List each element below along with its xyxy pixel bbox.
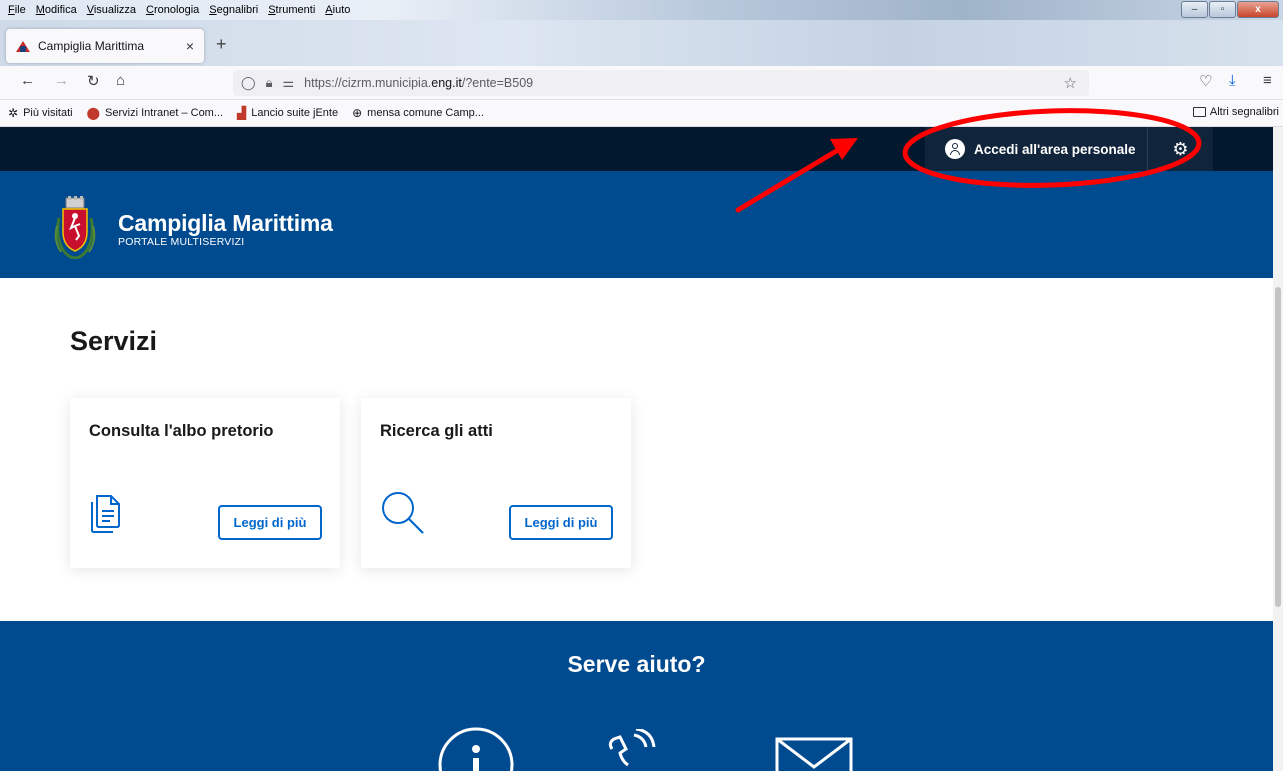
pocket-icon[interactable]: ♡ [1199, 72, 1212, 90]
login-label: Accedi all'area personale [974, 141, 1136, 157]
other-bookmarks[interactable]: Altri segnalibri [1192, 106, 1279, 118]
bookmark-lancio-suite[interactable]: ▟ Lancio suite jEnte [237, 106, 338, 120]
page-scrollbar[interactable] [1273, 127, 1283, 771]
window-controls: – ▫ x [1181, 1, 1279, 18]
tab-title: Campiglia Marittima [38, 39, 145, 53]
url-prefix: https://cizrm.municipia. [304, 76, 432, 90]
tab-campiglia[interactable]: Campiglia Marittima × [6, 29, 204, 63]
url-suffix: /?ente=B509 [461, 76, 534, 90]
site-subtitle: PORTALE MULTISERVIZI [118, 236, 245, 248]
menu-visualizza[interactable]: Visualizza [82, 4, 141, 16]
site-header: Campiglia Marittima PORTALE MULTISERVIZI [0, 171, 1273, 278]
card-title: Ricerca gli atti [380, 422, 493, 440]
back-icon[interactable]: ← [20, 72, 35, 89]
info-icon[interactable] [436, 725, 516, 771]
card-title: Consulta l'albo pretorio [89, 422, 274, 440]
settings-button[interactable]: ⚙ [1147, 127, 1213, 171]
document-icon [91, 495, 120, 533]
bookmark-star-icon[interactable]: ☆ [1064, 74, 1077, 92]
login-button[interactable]: Accedi all'area personale [925, 127, 1147, 171]
globe-icon: ⊕ [352, 106, 363, 120]
maximize-button[interactable]: ▫ [1209, 1, 1236, 18]
help-title: Serve aiuto? [567, 651, 706, 677]
bookmark-mensa[interactable]: ⊕ mensa comune Camp... [352, 106, 484, 120]
url-bar[interactable]: ◯ 🔒︎ ⚌ https://cizrm.municipia. eng.it/?e… [233, 70, 1089, 96]
minimize-button[interactable]: – [1181, 1, 1208, 18]
menu-aiuto[interactable]: Aiuto [320, 4, 355, 16]
shield-icon[interactable]: ◯ [241, 75, 256, 91]
menu-file[interactable]: File [0, 4, 31, 16]
site-title[interactable]: Campiglia Marittima [118, 210, 333, 237]
user-icon [945, 139, 965, 159]
menu-modifica[interactable]: Modifica [31, 4, 82, 16]
gear-icon: ✲ [8, 106, 19, 120]
chart-icon: ▟ [237, 106, 247, 120]
site-top-strip: Accedi all'area personale ⚙ [0, 127, 1273, 171]
card-albo-pretorio: Consulta l'albo pretorio Leggi di più [70, 398, 340, 568]
services-section: Servizi Consulta l'albo pretorio Leggi d… [0, 278, 1273, 621]
read-more-button[interactable]: Leggi di più [509, 505, 613, 540]
bookmarks-toolbar: ✲ Più visitati ⬤ Servizi Intranet – Com.… [0, 100, 1283, 127]
crest-icon: ⬤ [86, 106, 101, 120]
download-icon[interactable]: ⤓ [1229, 72, 1236, 89]
folder-icon [1192, 107, 1206, 117]
bookmark-servizi-intranet[interactable]: ⬤ Servizi Intranet – Com... [87, 106, 223, 120]
phone-icon[interactable] [604, 729, 660, 771]
services-title: Servizi [70, 326, 158, 356]
close-window-button[interactable]: x [1237, 1, 1279, 18]
menu-strumenti[interactable]: Strumenti [263, 4, 320, 16]
reload-icon[interactable]: ↻ [87, 72, 100, 90]
help-section: Serve aiuto? [0, 621, 1273, 771]
navigation-bar: ← → ↻ ⌂ ◯ 🔒︎ ⚌ https://cizrm.municipia. e… [0, 66, 1283, 100]
scrollbar-thumb[interactable] [1275, 287, 1281, 607]
browser-menubar: File Modifica Visualizza Cronologia Segn… [0, 0, 1283, 20]
forward-icon[interactable]: → [54, 72, 69, 89]
menu-icon[interactable]: ≡ [1263, 72, 1272, 89]
lock-icon[interactable]: 🔒︎ [266, 75, 273, 91]
mail-icon[interactable] [775, 737, 853, 771]
menu-segnalibri[interactable]: Segnalibri [204, 4, 263, 16]
bookmark-most-visited[interactable]: ✲ Più visitati [8, 106, 73, 120]
url-host: eng.it [431, 76, 462, 90]
tab-close-icon[interactable]: × [186, 38, 194, 54]
card-ricerca-atti: Ricerca gli atti Leggi di più [361, 398, 631, 568]
gear-icon: ⚙ [1172, 138, 1189, 159]
menu-cronologia[interactable]: Cronologia [141, 4, 204, 16]
site-favicon-icon [16, 39, 30, 53]
read-more-button[interactable]: Leggi di più [218, 505, 322, 540]
tab-bar: Campiglia Marittima × + [0, 20, 1283, 66]
new-tab-button[interactable]: + [216, 34, 227, 55]
permissions-icon[interactable]: ⚌ [282, 75, 294, 91]
search-icon [382, 492, 424, 534]
home-icon[interactable]: ⌂ [116, 72, 125, 89]
municipal-crest-icon[interactable] [53, 196, 97, 259]
